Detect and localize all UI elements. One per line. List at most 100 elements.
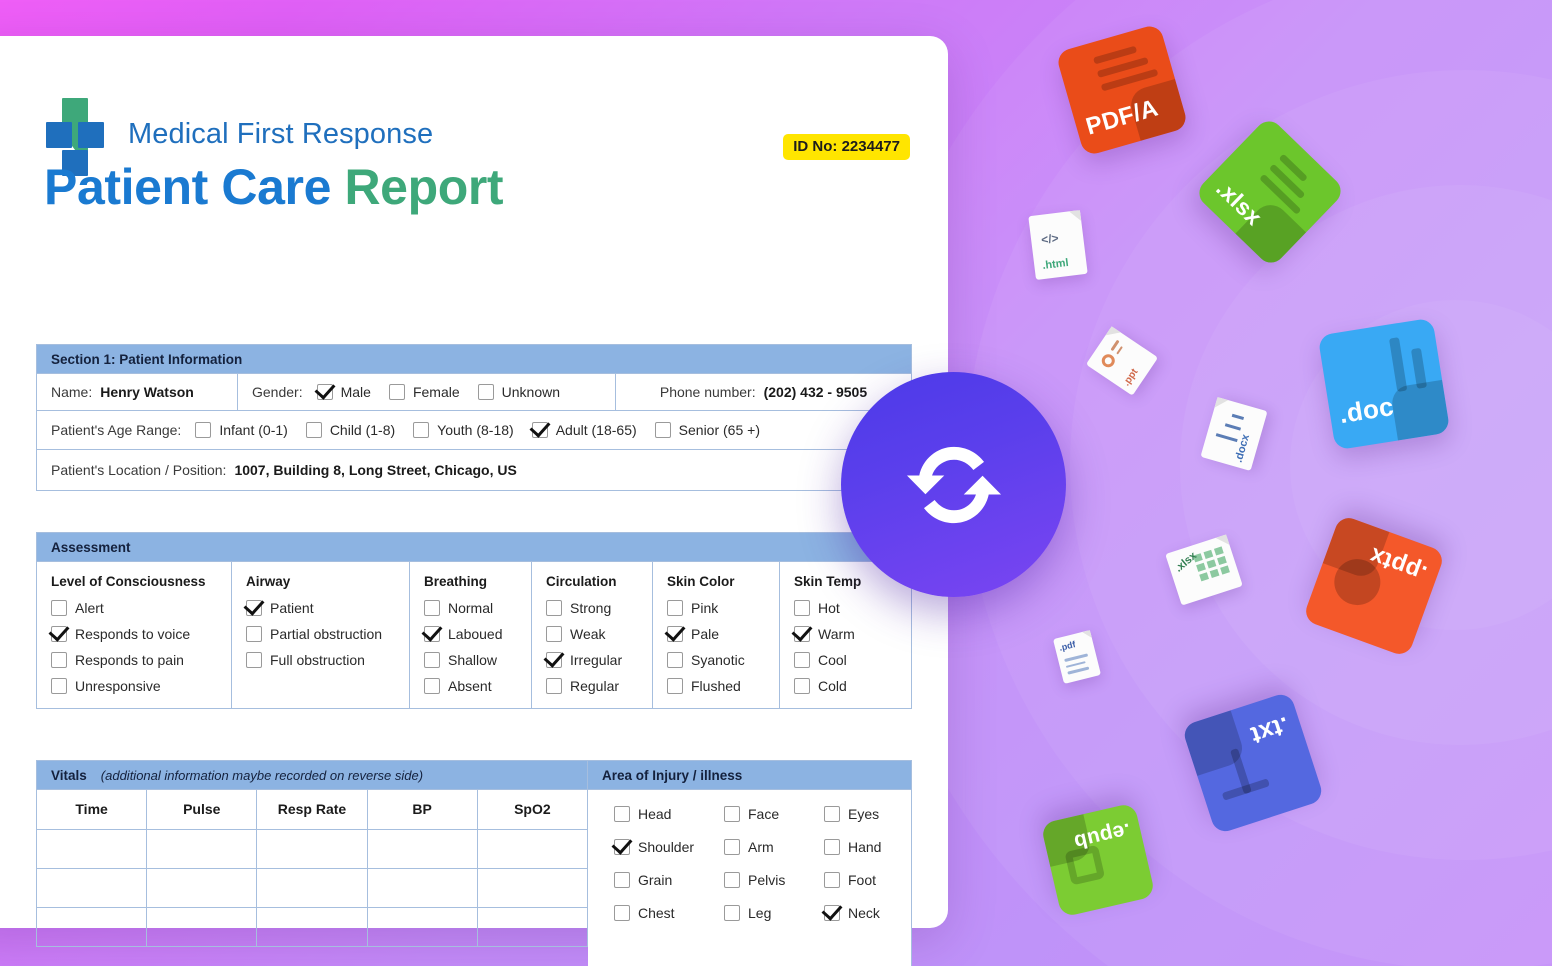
age-option-senior[interactable]: Senior (65 +) bbox=[654, 422, 760, 438]
age-option-youth-label: Youth (8-18) bbox=[437, 422, 514, 438]
pdf-small-file-icon: .pdf bbox=[1053, 630, 1101, 684]
injury-heading: Area of Injury / illness bbox=[588, 760, 912, 790]
skin-color-option-pale[interactable]: Pale bbox=[667, 626, 765, 642]
vitals-cell[interactable] bbox=[146, 907, 258, 947]
vitals-header-row: Time Pulse Resp Rate BP SpO2 bbox=[35, 790, 589, 830]
vitals-cell[interactable] bbox=[476, 868, 589, 908]
vitals-heading-label: Vitals bbox=[51, 768, 87, 783]
vitals-cell[interactable] bbox=[366, 868, 478, 908]
phone-label: Phone number: bbox=[659, 384, 756, 400]
patient-care-report-card: Medical First Response Patient Care Repo… bbox=[0, 36, 948, 966]
circulation-option-irregular[interactable]: Irregular bbox=[546, 652, 638, 668]
injury-option-arm[interactable]: Arm bbox=[724, 839, 824, 855]
vitals-cell[interactable] bbox=[146, 868, 258, 908]
skin-temp-option-hot[interactable]: Hot bbox=[794, 600, 897, 616]
skin-color-option-pink[interactable]: Pink bbox=[667, 600, 765, 616]
assessment-col-circulation-title: Circulation bbox=[546, 574, 617, 589]
age-option-infant[interactable]: Infant (0-1) bbox=[195, 422, 288, 438]
vitals-cell[interactable] bbox=[256, 868, 368, 908]
section1-row-identity: Name: Henry Watson Gender: Male Female U… bbox=[36, 374, 912, 411]
vitals-cell[interactable] bbox=[146, 829, 258, 869]
assessment-col-skin-temp-title: Skin Temp bbox=[794, 574, 862, 589]
pptx-file-icon: .pptx bbox=[1302, 514, 1446, 658]
section-vitals-and-injury: Vitals (additional information maybe reco… bbox=[35, 760, 912, 966]
injury-option-leg[interactable]: Leg bbox=[724, 905, 824, 921]
assessment-col-airway: Airway Patient Partial obstruction Full … bbox=[231, 562, 409, 708]
skin-temp-option-cool[interactable]: Cool bbox=[794, 652, 897, 668]
circulation-option-weak[interactable]: Weak bbox=[546, 626, 638, 642]
injury-option-foot[interactable]: Foot bbox=[824, 872, 901, 888]
assessment-col-skin-color-title: Skin Color bbox=[667, 574, 735, 589]
skin-temp-option-warm[interactable]: Warm bbox=[794, 626, 897, 642]
loc-option-responds-pain[interactable]: Responds to pain bbox=[51, 652, 217, 668]
assessment-col-skin-temp: Skin Temp Hot Warm Cool Cold bbox=[779, 562, 911, 708]
vitals-cell[interactable] bbox=[35, 907, 148, 947]
pdfa-file-icon: PDF/A bbox=[1055, 23, 1189, 157]
phone-field[interactable]: Phone number: (202) 432 - 9505 bbox=[615, 374, 911, 410]
gender-option-male[interactable]: Male bbox=[316, 384, 371, 400]
breathing-option-absent[interactable]: Absent bbox=[424, 678, 517, 694]
section1-row-age: Patient's Age Range: Infant (0-1) Child … bbox=[36, 411, 912, 450]
txt-file-icon-label: .txt bbox=[1247, 710, 1293, 750]
loc-option-responds-voice[interactable]: Responds to voice bbox=[51, 626, 217, 642]
vitals-cell[interactable] bbox=[366, 829, 478, 869]
age-option-child[interactable]: Child (1-8) bbox=[305, 422, 395, 438]
name-label: Name: bbox=[51, 384, 93, 400]
injury-option-neck[interactable]: Neck bbox=[824, 905, 901, 921]
section1-row-location: Patient's Location / Position: 1007, Bui… bbox=[36, 450, 912, 491]
injury-panel: Area of Injury / illness Head Face Eyes … bbox=[588, 760, 912, 966]
injury-option-pelvis[interactable]: Pelvis bbox=[724, 872, 824, 888]
airway-option-full-obstruction[interactable]: Full obstruction bbox=[246, 652, 395, 668]
vitals-heading: Vitals (additional information maybe reco… bbox=[36, 760, 588, 790]
skin-temp-option-cold[interactable]: Cold bbox=[794, 678, 897, 694]
vitals-cell[interactable] bbox=[256, 907, 368, 947]
skin-color-option-flushed[interactable]: Flushed bbox=[667, 678, 765, 694]
loc-option-alert[interactable]: Alert bbox=[51, 600, 217, 616]
assessment-col-consciousness-title: Level of Consciousness bbox=[51, 574, 206, 589]
gender-option-female-label: Female bbox=[412, 384, 460, 400]
name-field[interactable]: Name: Henry Watson bbox=[37, 374, 237, 410]
airway-option-partial-obstruction[interactable]: Partial obstruction bbox=[246, 626, 395, 642]
gender-option-female[interactable]: Female bbox=[388, 384, 460, 400]
gender-label: Gender: bbox=[252, 384, 303, 400]
vitals-cell[interactable] bbox=[476, 907, 589, 947]
xlsx-small-file-icon-label: .xlsx bbox=[1172, 549, 1200, 575]
injury-option-hand[interactable]: Hand bbox=[824, 839, 901, 855]
vitals-cell[interactable] bbox=[366, 907, 478, 947]
skin-color-option-syanotic[interactable]: Syanotic bbox=[667, 652, 765, 668]
breathing-option-shallow[interactable]: Shallow bbox=[424, 652, 517, 668]
injury-option-head[interactable]: Head bbox=[614, 806, 724, 822]
airway-option-patient[interactable]: Patient bbox=[246, 600, 395, 616]
breathing-option-laboued[interactable]: Laboued bbox=[424, 626, 517, 642]
injury-option-shoulder[interactable]: Shoulder bbox=[614, 839, 724, 855]
txt-file-icon: .txt bbox=[1181, 691, 1325, 835]
injury-option-face[interactable]: Face bbox=[724, 806, 824, 822]
vitals-col-time: Time bbox=[35, 790, 148, 830]
vitals-cell[interactable] bbox=[476, 829, 589, 869]
location-label: Patient's Location / Position: bbox=[51, 462, 227, 478]
vitals-cell[interactable] bbox=[35, 868, 148, 908]
age-option-youth[interactable]: Youth (8-18) bbox=[413, 422, 514, 438]
breathing-option-normal[interactable]: Normal bbox=[424, 600, 517, 616]
age-option-adult[interactable]: Adult (18-65) bbox=[531, 422, 637, 438]
injury-option-eyes[interactable]: Eyes bbox=[824, 806, 901, 822]
age-range-field: Patient's Age Range: Infant (0-1) Child … bbox=[37, 411, 911, 449]
age-option-infant-label: Infant (0-1) bbox=[219, 422, 288, 438]
vitals-cell[interactable] bbox=[35, 829, 148, 869]
gender-option-unknown[interactable]: Unknown bbox=[477, 384, 561, 400]
circulation-option-regular[interactable]: Regular bbox=[546, 678, 638, 694]
location-field[interactable]: Patient's Location / Position: 1007, Bui… bbox=[37, 450, 911, 490]
xlsx-small-file-icon: .xlsx bbox=[1165, 534, 1243, 606]
circulation-option-strong[interactable]: Strong bbox=[546, 600, 638, 616]
gender-option-unknown-label: Unknown bbox=[501, 384, 561, 400]
age-range-label: Patient's Age Range: bbox=[51, 422, 182, 438]
injury-option-grain[interactable]: Grain bbox=[614, 872, 724, 888]
vitals-heading-note: (additional information maybe recorded o… bbox=[100, 768, 424, 783]
docx-file-icon: .docx bbox=[1200, 397, 1268, 471]
injury-option-chest[interactable]: Chest bbox=[614, 905, 724, 921]
vitals-col-spo2: SpO2 bbox=[476, 790, 589, 830]
vitals-cell[interactable] bbox=[256, 829, 368, 869]
ppt-file-icon-label: .ppt bbox=[1121, 366, 1141, 389]
sync-convert-button[interactable] bbox=[841, 372, 1066, 597]
loc-option-unresponsive[interactable]: Unresponsive bbox=[51, 678, 217, 694]
